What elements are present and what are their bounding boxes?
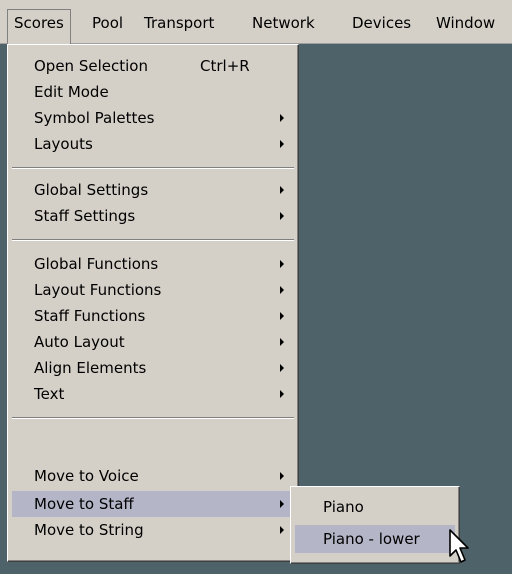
submenu-item-piano-lower[interactable]: Piano - lower: [295, 525, 455, 553]
menubar-scores[interactable]: Scores: [7, 9, 71, 45]
submenu-arrow-icon: [280, 286, 284, 294]
menubar-network[interactable]: Network: [246, 10, 321, 37]
menu-item-label: Symbol Palettes: [34, 109, 155, 127]
menu-item-open-selection[interactable]: Open Selection Ctrl+R: [12, 53, 294, 79]
submenu-arrow-icon: [280, 338, 284, 346]
submenu-arrow-icon: [280, 186, 284, 194]
menubar-transport[interactable]: Transport: [138, 10, 220, 37]
shortcut-label: Ctrl+R: [200, 57, 250, 75]
menu-item-move-to-voice[interactable]: Move to Voice: [12, 463, 294, 489]
menu-item-layouts[interactable]: Layouts: [12, 131, 294, 157]
menu-item-label: Global Settings: [34, 181, 149, 199]
menubar-pool[interactable]: Pool: [86, 10, 129, 37]
menu-item-label: Text: [34, 385, 65, 403]
submenu-arrow-icon: [280, 500, 284, 508]
submenu-arrow-icon: [280, 260, 284, 268]
submenu-arrow-icon: [280, 140, 284, 148]
menu-item-label: Auto Layout: [34, 333, 125, 351]
submenu-arrow-icon: [280, 212, 284, 220]
submenu-item-piano[interactable]: Piano: [295, 493, 455, 521]
menu-item-label: Staff Functions: [34, 307, 146, 325]
menubar-devices[interactable]: Devices: [346, 10, 417, 37]
submenu-arrow-icon: [280, 364, 284, 372]
menu-item-label: Open Selection: [34, 57, 148, 75]
submenu-arrow-icon: [280, 472, 284, 480]
menu-item-label: Layout Functions: [34, 281, 162, 299]
menu-item-label: Move to Staff: [34, 495, 134, 513]
menu-separator: [12, 417, 294, 419]
menu-item-label: Move to Voice: [34, 467, 139, 485]
menu-item-auto-layout[interactable]: Auto Layout: [12, 329, 294, 355]
menu-bar: Scores Pool Transport Network Devices Wi…: [0, 0, 512, 45]
menu-item-label: Align Elements: [34, 359, 147, 377]
menubar-window[interactable]: Window: [430, 10, 501, 37]
submenu-item-label: Piano - lower: [323, 530, 420, 548]
menu-separator: [12, 167, 294, 169]
menu-item-global-functions[interactable]: Global Functions: [12, 251, 294, 277]
submenu-item-label: Piano: [323, 498, 364, 516]
menu-item-move-to-staff[interactable]: Move to Staff: [12, 491, 294, 517]
menu-item-label: Global Functions: [34, 255, 159, 273]
menu-item-symbol-palettes[interactable]: Symbol Palettes: [12, 105, 294, 131]
menu-item-edit-mode[interactable]: Edit Mode: [12, 79, 294, 105]
menu-item-staff-settings[interactable]: Staff Settings: [12, 203, 294, 229]
menu-separator: [12, 239, 294, 241]
menu-item-align-elements[interactable]: Align Elements: [12, 355, 294, 381]
mouse-pointer-icon: [449, 529, 469, 563]
menu-item-label: Layouts: [34, 135, 93, 153]
submenu-arrow-icon: [280, 114, 284, 122]
submenu-arrow-icon: [280, 312, 284, 320]
menu-item-label: Staff Settings: [34, 207, 136, 225]
menu-item-staff-functions[interactable]: Staff Functions: [12, 303, 294, 329]
menu-item-text[interactable]: Text: [12, 381, 294, 407]
menu-item-label: Edit Mode: [34, 83, 109, 101]
submenu-arrow-icon: [280, 526, 284, 534]
menu-item-layout-functions[interactable]: Layout Functions: [12, 277, 294, 303]
scores-menu: Open Selection Ctrl+R Edit Mode Symbol P…: [7, 44, 299, 562]
menu-item-move-to-string[interactable]: Move to String: [12, 517, 294, 543]
submenu-arrow-icon: [280, 390, 284, 398]
menu-item-label: Move to String: [34, 521, 144, 539]
move-to-staff-submenu: Piano Piano - lower: [290, 486, 460, 564]
menu-item-global-settings[interactable]: Global Settings: [12, 177, 294, 203]
